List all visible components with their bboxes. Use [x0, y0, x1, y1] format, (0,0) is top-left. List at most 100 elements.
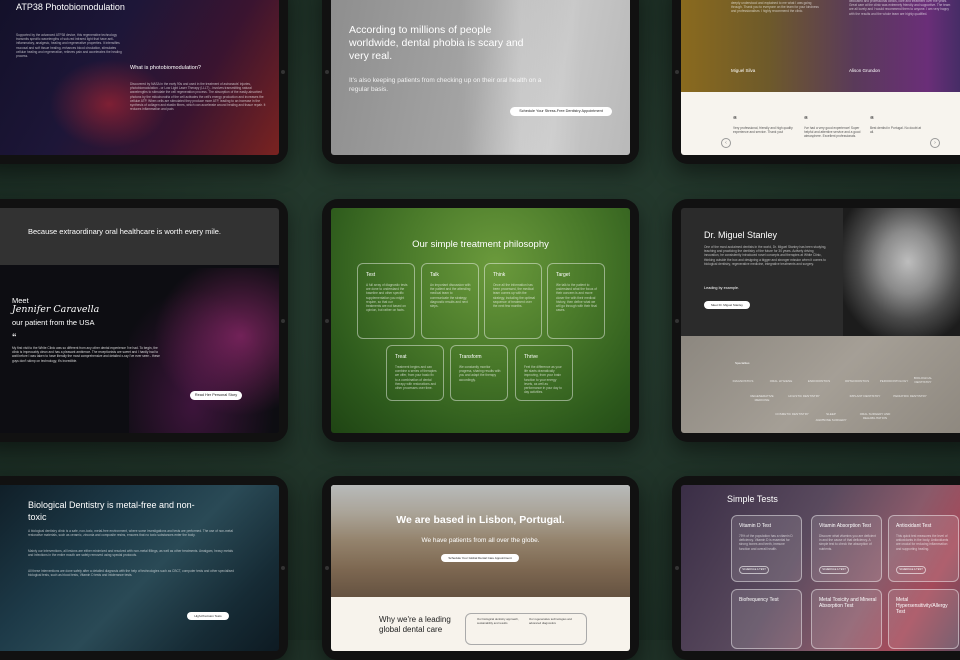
review-text-1: Very professional, friendly and high qua… — [733, 126, 793, 135]
card-text: We constantly monitor progress, sharing … — [459, 365, 501, 382]
screen-treatment-philosophy: Our simple treatment philosophy Test A fu… — [331, 208, 630, 433]
test-card-antioxidant: Antioxidant Test This quick test measures… — [888, 515, 959, 582]
why-item-1: Our biological dentistry approach, susta… — [477, 617, 519, 625]
screen-atp38: ATP38 Photobiomodulation Supported by th… — [0, 0, 279, 155]
camera — [675, 319, 679, 323]
card-text: A full array of diagnostic tests are don… — [366, 283, 408, 313]
test-title: Metal Hypersensitivity/Allergy Test — [896, 597, 948, 615]
reviewer-name-1: Miguel Silva — [731, 68, 756, 73]
phobia-headline: According to millions of people worldwid… — [349, 24, 524, 62]
tablet-biological-dentistry: Biological Dentistry is metal-free and n… — [0, 476, 288, 660]
specialty-pediatric-dentistry[interactable]: PEDIATRIC DENTISTRY — [893, 394, 927, 398]
card-text: Feel the difference as your life starts … — [524, 365, 562, 395]
philosophy-title: Our simple treatment philosophy — [412, 239, 549, 250]
specialty-holistic-dentistry[interactable]: HOLISTIC DENTISTRY — [787, 394, 821, 398]
philosophy-card-thrive: Thrive Feel the difference as your life s… — [515, 345, 573, 401]
doctor-tagline: Leading by example. — [704, 286, 740, 290]
lisbon-headline: We are based in Lisbon, Portugal. — [396, 514, 565, 526]
next-arrow-icon[interactable]: › — [930, 138, 940, 148]
atp38-body: Discovered by NASA in the early 90s and … — [130, 82, 266, 112]
camera — [675, 70, 679, 74]
specialty-endodontics[interactable]: ENDODONTICS — [799, 379, 839, 383]
camera — [325, 566, 329, 570]
test-title: Metal Toxicity and Mineral Absorption Te… — [819, 597, 877, 609]
screen-doctor-profile: Dr. Miguel Stanley One of the most accla… — [681, 208, 960, 433]
card-text: An important discussion with the patient… — [430, 283, 471, 309]
bio-dentistry-body-2: Mainly our interventions, all lesions ar… — [28, 549, 233, 558]
card-title: Test — [366, 272, 376, 278]
specialty-jaw-bone-surgery[interactable]: JAW/BONE SURGERY — [814, 418, 848, 422]
schedule-test-button[interactable]: SCHEDULE A TEST — [819, 566, 849, 574]
review-text-3: Best dentist in Portugal. No doubt at al… — [870, 126, 922, 135]
banner-bar — [0, 208, 279, 265]
quote-icon: “ — [870, 115, 874, 124]
banner-text: Because extraordinary oral healthcare is… — [28, 227, 222, 236]
prev-arrow-icon[interactable]: ‹ — [721, 138, 731, 148]
schedule-stress-free-button[interactable]: Schedule Your Stress-Free Dentistry Appo… — [510, 107, 612, 116]
camera — [325, 319, 329, 323]
quote-icon: “ — [733, 115, 737, 124]
camera — [281, 70, 285, 74]
specialties-label: Specialties — [735, 361, 750, 365]
lisbon-subtext: We have patients from all over the globe… — [421, 537, 540, 544]
specialty-cosmetic-dentistry[interactable]: COSMETIC DENTISTRY — [775, 412, 809, 416]
test-title: Biofrequency Test — [739, 597, 779, 603]
philosophy-card-treat: Treat Treatment begins and can combine a … — [386, 345, 444, 401]
doctor-portrait — [843, 208, 960, 336]
test-card-metal-hypersensitivity: Metal Hypersensitivity/Allergy Test — [888, 589, 959, 649]
tablet-treatment-philosophy: Our simple treatment philosophy Test A fu… — [322, 199, 639, 442]
philosophy-card-talk: Talk An important discussion with the pat… — [421, 263, 479, 339]
camera — [281, 319, 285, 323]
quote-icon: “ — [12, 332, 17, 342]
specialty-orthodontics[interactable]: ORTHODONTICS — [837, 379, 877, 383]
test-title: Vitamin D Test — [739, 523, 772, 529]
testimonial-right-text: dedicated and professional clinics, care… — [849, 0, 951, 16]
test-card-biofrequency: Biofrequency Test — [731, 589, 802, 649]
philosophy-card-target: Target We talk to the patient to understa… — [547, 263, 605, 339]
card-title: Thrive — [524, 354, 538, 360]
high-precision-tests-button[interactable]: High-Precision Tests — [187, 612, 229, 620]
specialty-sleep[interactable]: SLEEP — [814, 412, 848, 416]
card-text: We talk to the patient to understand wha… — [556, 283, 597, 313]
meet-doctor-button[interactable]: Meet Dr. Miguel Stanley — [704, 301, 750, 309]
simple-tests-title: Simple Tests — [727, 494, 778, 504]
atp38-intro: Supported by the advanced ATP38 device, … — [16, 33, 122, 59]
tablet-testimonials: deeply understood and explained to me wh… — [672, 0, 960, 164]
screen-patient-story: Because extraordinary oral healthcare is… — [0, 208, 279, 433]
tablet-lisbon: We are based in Lisbon, Portugal. We hav… — [322, 476, 639, 660]
camera — [675, 566, 679, 570]
patient-quote: My first visit to the White Clinic was s… — [12, 346, 160, 363]
card-title: Talk — [430, 272, 439, 278]
specialty-oral-surgery[interactable]: ORAL SURGERY AND REHABILITATION — [856, 412, 894, 420]
doctor-name: Dr. Miguel Stanley — [704, 230, 778, 240]
reviewer-name-2: Alison Grundon — [849, 68, 881, 73]
test-card-vitamin-d: Vitamin D Test 75% of the population has … — [731, 515, 802, 582]
philosophy-card-transform: Transform We constantly monitor progress,… — [450, 345, 508, 401]
camera — [325, 70, 329, 74]
why-leading-heading: Why we're a leading global dental care — [379, 615, 451, 634]
card-title: Target — [556, 272, 570, 278]
why-item-2: Our regenerative technologies and advanc… — [529, 617, 572, 625]
specialty-biological-dentistry[interactable]: BIOLOGICAL DENTISTRY — [906, 376, 940, 384]
philosophy-card-think: Think Once all the information has been p… — [484, 263, 542, 339]
card-title: Transform — [459, 354, 482, 360]
test-title: Vitamin Absorption Test — [819, 523, 872, 529]
specialty-regenerative-medicine[interactable]: REGENERATIVE MEDICINE — [745, 394, 779, 402]
tablet-doctor-profile: Dr. Miguel Stanley One of the most accla… — [672, 199, 960, 442]
specialty-oral-hygiene[interactable]: ORAL HYGIENE — [761, 379, 801, 383]
patient-signature-name: Jennifer Caravella — [12, 304, 100, 315]
test-title: Antioxidant Test — [896, 523, 932, 529]
read-personal-story-button[interactable]: Read Her Personal Story — [190, 391, 242, 400]
doctor-bio: One of the most acclaimed dentists in th… — [704, 245, 827, 266]
review-text-2: I've had a very good experience! Super h… — [804, 126, 861, 139]
quote-icon: “ — [804, 115, 808, 124]
schedule-test-button[interactable]: SCHEDULE A TEST — [739, 566, 769, 574]
screen-simple-tests: Simple Tests Vitamin D Test 75% of the po… — [681, 485, 960, 651]
specialty-implant-dentistry[interactable]: IMPLANT DENTISTRY — [848, 394, 882, 398]
bio-dentistry-body-1: A biological dentistry clinic is a safe,… — [28, 529, 233, 538]
schedule-test-button[interactable]: SCHEDULE A TEST — [896, 566, 926, 574]
specialty-diagnostics[interactable]: DIAGNOSTICS — [723, 379, 763, 383]
atp38-heading: What is photobiomodulation? — [130, 65, 201, 71]
schedule-global-care-button[interactable]: Schedule Your Global Dental Care Appoint… — [441, 554, 519, 562]
screen-lisbon: We are based in Lisbon, Portugal. We hav… — [331, 485, 630, 651]
